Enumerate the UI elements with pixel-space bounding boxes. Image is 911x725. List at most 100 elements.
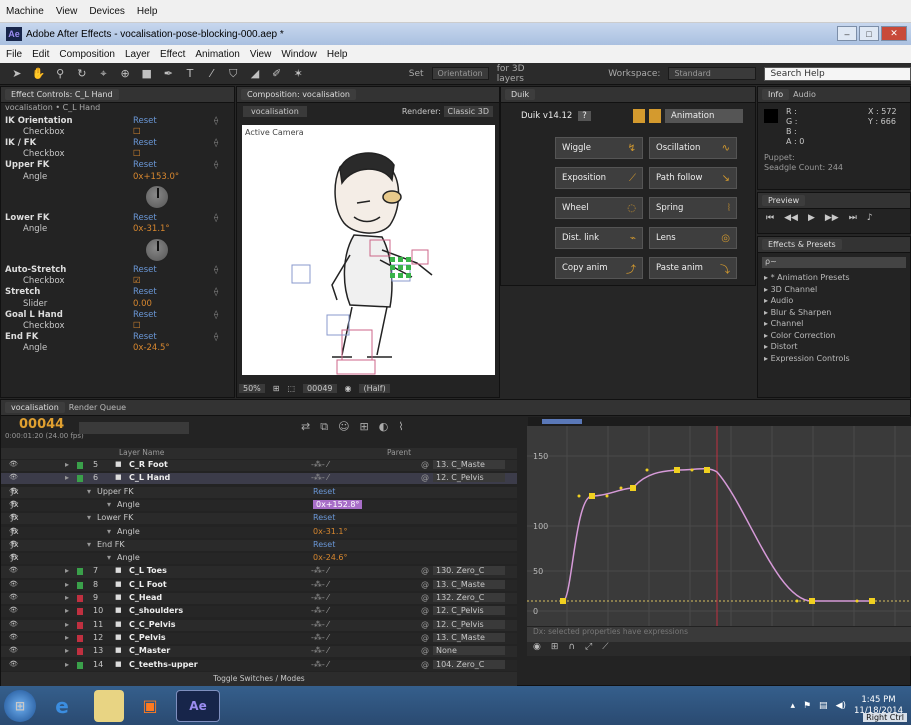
- composition-tab[interactable]: Composition: vocalisation: [241, 89, 356, 100]
- property-row[interactable]: 👁 ƒx ▾ Upper FK Reset: [1, 486, 517, 498]
- effect-name[interactable]: Goal L Hand: [5, 310, 63, 320]
- label-color-swatch[interactable]: [77, 475, 83, 483]
- visibility-icon[interactable]: 👁: [9, 620, 18, 628]
- layer-name[interactable]: C_C_Pelvis: [129, 620, 176, 629]
- timecode-display[interactable]: 00044: [19, 417, 64, 432]
- effect-row[interactable]: Slider 0.00: [1, 298, 234, 309]
- effect-reset-link[interactable]: Reset: [133, 116, 157, 126]
- expand-arrow-icon[interactable]: ▾: [87, 487, 91, 496]
- menu-edit[interactable]: Edit: [32, 49, 49, 60]
- graph-snap-icon[interactable]: ∩: [568, 642, 575, 656]
- layer-switches[interactable]: -⁂- ⁄: [311, 660, 329, 669]
- menu-help[interactable]: Help: [327, 49, 348, 60]
- parent-select[interactable]: 130. Zero_C: [433, 566, 505, 576]
- info-tab[interactable]: Info: [762, 89, 790, 100]
- effect-row[interactable]: Checkbox ☐: [1, 320, 234, 331]
- graph-editor[interactable]: 150 100 50 0 Dx: selected properties have e…: [527, 426, 911, 656]
- layer-row[interactable]: 👁 ▸ 9 ■ C_Head -⁂- ⁄ @132. Zero_C: [1, 593, 517, 605]
- layer-name[interactable]: C_Pelvis: [129, 633, 166, 642]
- expand-arrow-icon[interactable]: ▸: [65, 473, 69, 482]
- puppet-tool-icon[interactable]: ✶: [291, 67, 305, 80]
- menu-effect[interactable]: Effect: [160, 49, 185, 60]
- duik-paste-anim-button[interactable]: Paste anim ⤵: [649, 257, 737, 279]
- label-color-swatch[interactable]: [77, 648, 83, 656]
- layer-row[interactable]: 👁 ▸ 6 ■ C_L Hand -⁂- ⁄ @12. C_Pelvis: [1, 473, 517, 485]
- property-value[interactable]: 0.00: [133, 299, 152, 309]
- layer-switches[interactable]: -⁂- ⁄: [311, 606, 329, 615]
- host-menu-devices[interactable]: Devices: [89, 6, 125, 17]
- layer-switches[interactable]: -⁂- ⁄: [311, 566, 329, 575]
- bezier-handle[interactable]: [605, 494, 609, 498]
- effect-row[interactable]: IK Orientation Reset ⟠: [1, 115, 234, 126]
- clock-time[interactable]: 1:45 PM: [854, 695, 903, 706]
- graph-editor-icon[interactable]: ⌇: [398, 420, 403, 434]
- effect-reset-link[interactable]: Reset: [133, 138, 157, 148]
- parent-select[interactable]: 132. Zero_C: [433, 593, 505, 602]
- keyframe-handle[interactable]: [630, 485, 636, 491]
- pickwhip-icon[interactable]: @: [421, 580, 429, 589]
- label-color-swatch[interactable]: [77, 568, 83, 576]
- grid-icon[interactable]: ⊞: [273, 384, 280, 393]
- duik-list-icon[interactable]: [633, 109, 645, 123]
- search-help-input[interactable]: Search Help: [764, 66, 911, 81]
- effect-row[interactable]: Stretch Reset ⟠: [1, 287, 234, 298]
- effect-reset-link[interactable]: Reset: [133, 265, 157, 275]
- timeline-tab[interactable]: vocalisation: [5, 402, 65, 413]
- file-explorer-icon[interactable]: [94, 689, 124, 722]
- menu-layer[interactable]: Layer: [125, 49, 150, 60]
- visibility-icon[interactable]: 👁: [9, 593, 18, 601]
- menu-animation[interactable]: Animation: [195, 49, 239, 60]
- comp-subtab[interactable]: vocalisation: [243, 105, 307, 117]
- roto-tool-icon[interactable]: ✐: [270, 67, 284, 80]
- graph-editor-canvas[interactable]: 150 100 50 0: [527, 426, 911, 656]
- effect-reset-link[interactable]: Reset: [133, 287, 157, 297]
- resolution-select[interactable]: (Half): [359, 383, 390, 393]
- motion-blur-icon[interactable]: ◐: [379, 420, 389, 434]
- orientation-select[interactable]: Orientation: [431, 67, 489, 80]
- prev-frame-icon[interactable]: ◀◀: [784, 213, 798, 223]
- effect-name[interactable]: End FK: [5, 332, 38, 342]
- keyframe-handle[interactable]: [869, 598, 875, 604]
- work-area-bar[interactable]: [542, 419, 582, 424]
- bezier-handle[interactable]: [855, 599, 859, 603]
- host-menu-machine[interactable]: Machine: [6, 6, 44, 17]
- parent-select[interactable]: 12. C_Pelvis: [433, 606, 505, 616]
- layer-name[interactable]: C_Master: [129, 646, 170, 655]
- parent-select[interactable]: None: [433, 646, 505, 656]
- expression-field[interactable]: Dx: selected properties have expressions: [527, 626, 911, 640]
- effect-row[interactable]: Upper FK Reset ⟠: [1, 160, 234, 171]
- pickwhip-icon[interactable]: @: [421, 620, 429, 629]
- effects-category[interactable]: ▸ Color Correction: [764, 330, 910, 342]
- maximize-button[interactable]: □: [859, 26, 879, 41]
- timeline-search-input[interactable]: [79, 422, 189, 434]
- effect-name[interactable]: Auto-Stretch: [5, 265, 66, 275]
- camera-tool-icon[interactable]: ⌖: [97, 67, 111, 81]
- zoom-select[interactable]: 50%: [239, 383, 265, 393]
- expand-arrow-icon[interactable]: ▸: [65, 566, 69, 575]
- expand-arrow-icon[interactable]: ▸: [65, 633, 69, 642]
- layer-row[interactable]: 👁 ▸ 10 ■ C_shoulders -⁂- ⁄ @12. C_Pelvis: [1, 606, 517, 618]
- pen-tool-icon[interactable]: ✒: [162, 67, 176, 80]
- angle-dial[interactable]: [145, 185, 169, 210]
- property-row[interactable]: 👁 ƒx ▾ End FK Reset: [1, 539, 517, 551]
- effect-row[interactable]: Checkbox ☑: [1, 276, 234, 287]
- bezier-handle[interactable]: [690, 468, 694, 472]
- bezier-handle[interactable]: [619, 486, 623, 490]
- expand-arrow-icon[interactable]: ▸: [65, 593, 69, 602]
- effect-row[interactable]: Goal L Hand Reset ⟠: [1, 309, 234, 320]
- pickwhip-icon[interactable]: @: [421, 593, 429, 602]
- rectangle-tool-icon[interactable]: ■: [140, 67, 154, 80]
- property-value[interactable]: 0x+153.0°: [133, 172, 179, 182]
- frame-blending-icon[interactable]: ⊞: [360, 420, 369, 434]
- duik-grid-icon[interactable]: [649, 109, 661, 123]
- property-reset-link[interactable]: Reset: [313, 487, 335, 496]
- effect-controls-tab[interactable]: Effect Controls: C_L Hand: [5, 89, 119, 100]
- easy-ease-icon[interactable]: ⟋: [602, 642, 608, 656]
- graph-type-icon[interactable]: ⊞: [551, 642, 559, 656]
- workspace-select[interactable]: Standard: [668, 67, 757, 80]
- label-color-swatch[interactable]: [77, 581, 83, 589]
- menu-file[interactable]: File: [6, 49, 22, 60]
- visibility-icon[interactable]: 👁: [9, 633, 18, 641]
- volume-icon[interactable]: ◀): [836, 701, 846, 711]
- host-menu-view[interactable]: View: [56, 6, 78, 17]
